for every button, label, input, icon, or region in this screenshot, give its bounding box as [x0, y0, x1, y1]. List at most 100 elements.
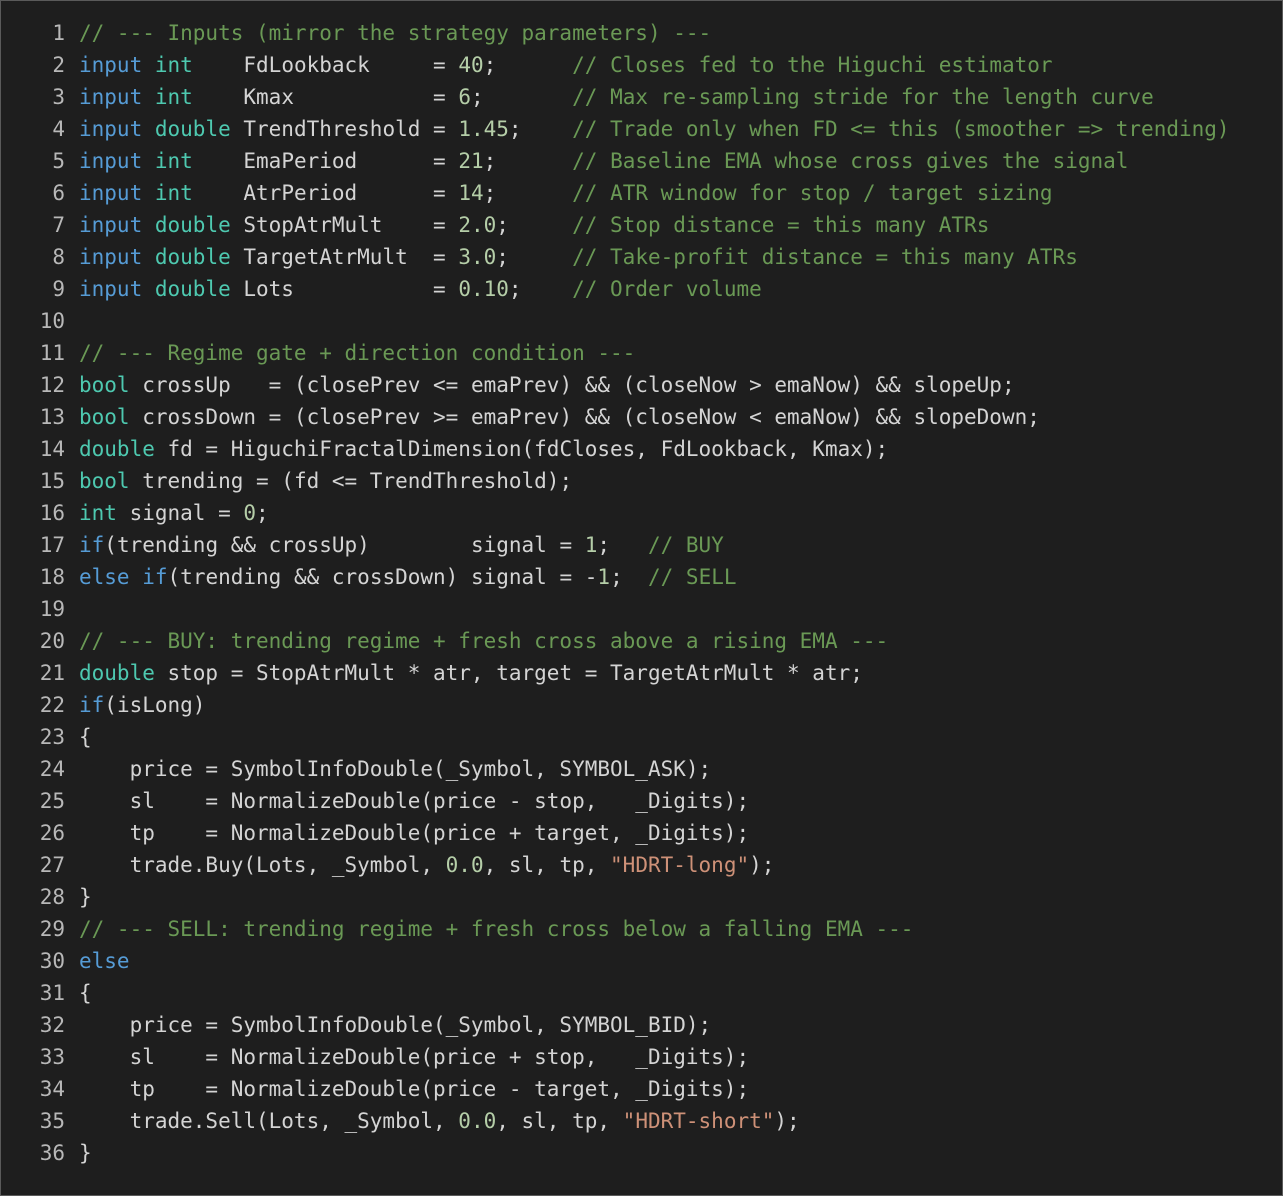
code-line[interactable]: 20 // --- BUY: trending regime + fresh cr…: [1, 625, 1282, 657]
line-code[interactable]: int signal = 0;: [65, 497, 269, 529]
number-token: 0.10: [458, 277, 509, 301]
code-line[interactable]: 1 // --- Inputs (mirror the strategy para…: [1, 17, 1282, 49]
line-number: 16: [39, 501, 65, 525]
code-line[interactable]: 6 input int AtrPeriod = 14; // ATR window…: [1, 177, 1282, 209]
keyword-token: else: [79, 565, 130, 589]
line-code[interactable]: if(trending && crossUp) signal = 1; // B…: [65, 529, 724, 561]
code-line[interactable]: 16 int signal = 0;: [1, 497, 1282, 529]
code-line[interactable]: 25 sl = NormalizeDouble(price - stop, _D…: [1, 785, 1282, 817]
line-number: 2: [52, 53, 65, 77]
code-token: ;: [508, 277, 573, 301]
code-line[interactable]: 19: [1, 593, 1282, 625]
code-line[interactable]: 13 bool crossDown = (closePrev >= emaPrev…: [1, 401, 1282, 433]
line-code[interactable]: trade.Sell(Lots, _Symbol, 0.0, sl, tp, "…: [65, 1105, 800, 1137]
line-code[interactable]: price = SymbolInfoDouble(_Symbol, SYMBOL…: [65, 1009, 712, 1041]
code-line[interactable]: 22 if(isLong): [1, 689, 1282, 721]
line-code[interactable]: if(isLong): [65, 689, 205, 721]
line-number: 15: [39, 469, 65, 493]
line-code[interactable]: price = SymbolInfoDouble(_Symbol, SYMBOL…: [65, 753, 712, 785]
number-token: 1: [584, 533, 598, 557]
code-line[interactable]: 15 bool trending = (fd <= TrendThreshold)…: [1, 465, 1282, 497]
line-code[interactable]: trade.Buy(Lots, _Symbol, 0.0, sl, tp, "H…: [65, 849, 775, 881]
comment-token: // Baseline EMA whose cross gives the si…: [572, 149, 1129, 173]
line-code[interactable]: else: [65, 945, 130, 977]
code-line[interactable]: 27 trade.Buy(Lots, _Symbol, 0.0, sl, tp,…: [1, 849, 1282, 881]
code-line[interactable]: 14 double fd = HiguchiFractalDimension(fd…: [1, 433, 1282, 465]
line-code[interactable]: bool crossDown = (closePrev >= emaPrev) …: [65, 401, 1040, 433]
code-line[interactable]: 8 input double TargetAtrMult = 3.0; // Ta…: [1, 241, 1282, 273]
code-line[interactable]: 3 input int Kmax = 6; // Max re-sampling …: [1, 81, 1282, 113]
code-line[interactable]: 2 input int FdLookback = 40; // Closes fe…: [1, 49, 1282, 81]
line-code[interactable]: tp = NormalizeDouble(price - target, _Di…: [65, 1073, 750, 1105]
line-number: 19: [39, 597, 65, 621]
line-code[interactable]: input double TrendThreshold = 1.45; // T…: [65, 113, 1230, 145]
line-code[interactable]: double stop = StopAtrMult * atr, target …: [65, 657, 863, 689]
code-line[interactable]: 4 input double TrendThreshold = 1.45; // …: [1, 113, 1282, 145]
code-line[interactable]: 28}: [1, 881, 1282, 913]
code-line[interactable]: 32 price = SymbolInfoDouble(_Symbol, SYM…: [1, 1009, 1282, 1041]
line-code[interactable]: {: [65, 977, 92, 1009]
code-line[interactable]: 24 price = SymbolInfoDouble(_Symbol, SYM…: [1, 753, 1282, 785]
line-number: 17: [39, 533, 65, 557]
code-line[interactable]: 30 else: [1, 945, 1282, 977]
line-number: 27: [39, 853, 65, 877]
line-code[interactable]: tp = NormalizeDouble(price + target, _Di…: [65, 817, 750, 849]
type-token: int: [154, 181, 193, 205]
code-line[interactable]: 10: [1, 305, 1282, 337]
code-line[interactable]: 29 // --- SELL: trending regime + fresh c…: [1, 913, 1282, 945]
line-code[interactable]: }: [65, 1137, 92, 1169]
line-code[interactable]: bool crossUp = (closePrev <= emaPrev) &&…: [65, 369, 1015, 401]
line-code[interactable]: // --- Inputs (mirror the strategy param…: [65, 17, 711, 49]
line-code[interactable]: }: [65, 881, 92, 913]
line-number: 30: [39, 949, 65, 973]
line-code[interactable]: input int EmaPeriod = 21; // Baseline EM…: [65, 145, 1128, 177]
line-number: 13: [39, 405, 65, 429]
line-number: 5: [52, 149, 65, 173]
line-code[interactable]: else if(trending && crossDown) signal = …: [65, 561, 737, 593]
line-code[interactable]: double fd = HiguchiFractalDimension(fdCl…: [65, 433, 888, 465]
line-code[interactable]: input int Kmax = 6; // Max re-sampling s…: [65, 81, 1154, 113]
line-code[interactable]: input double StopAtrMult = 2.0; // Stop …: [65, 209, 989, 241]
code-line[interactable]: 5 input int EmaPeriod = 21; // Baseline E…: [1, 145, 1282, 177]
code-token: ;: [256, 501, 269, 525]
line-code[interactable]: // --- Regime gate + direction condition…: [65, 337, 635, 369]
code-line[interactable]: 31 {: [1, 977, 1282, 1009]
code-line[interactable]: 18 else if(trending && crossDown) signal …: [1, 561, 1282, 593]
code-line[interactable]: 33 sl = NormalizeDouble(price + stop, _D…: [1, 1041, 1282, 1073]
number-token: 21: [458, 149, 484, 173]
code-line[interactable]: 17 if(trending && crossUp) signal = 1; //…: [1, 529, 1282, 561]
code-line[interactable]: 36}: [1, 1137, 1282, 1169]
number-token: 0.0: [458, 1109, 497, 1133]
code-line[interactable]: 34 tp = NormalizeDouble(price - target, …: [1, 1073, 1282, 1105]
line-code[interactable]: input int FdLookback = 40; // Closes fed…: [65, 49, 1053, 81]
code-token: fd = HiguchiFractalDimension(fdCloses, F…: [154, 437, 889, 461]
code-token: );: [774, 1109, 800, 1133]
code-line[interactable]: 12 bool crossUp = (closePrev <= emaPrev) …: [1, 369, 1282, 401]
code-editor[interactable]: 1 // --- Inputs (mirror the strategy para…: [0, 0, 1283, 1196]
code-line[interactable]: 23 {: [1, 721, 1282, 753]
line-code[interactable]: input int AtrPeriod = 14; // ATR window …: [65, 177, 1053, 209]
line-code[interactable]: [65, 305, 79, 337]
line-code[interactable]: [65, 593, 79, 625]
code-line[interactable]: 7 input double StopAtrMult = 2.0; // Stop…: [1, 209, 1282, 241]
code-line[interactable]: 11 // --- Regime gate + direction conditi…: [1, 337, 1282, 369]
line-number: 28: [39, 885, 65, 909]
line-code[interactable]: {: [65, 721, 92, 753]
line-code[interactable]: sl = NormalizeDouble(price + stop, _Digi…: [65, 1041, 750, 1073]
line-code[interactable]: input double TargetAtrMult = 3.0; // Tak…: [65, 241, 1078, 273]
code-line[interactable]: 35 trade.Sell(Lots, _Symbol, 0.0, sl, tp…: [1, 1105, 1282, 1137]
code-line[interactable]: 9 input double Lots = 0.10; // Order volu…: [1, 273, 1282, 305]
line-code[interactable]: // --- SELL: trending regime + fresh cro…: [65, 913, 913, 945]
number-token: 40: [458, 53, 484, 77]
keyword-token: if: [79, 533, 105, 557]
code-line[interactable]: 26 tp = NormalizeDouble(price + target, …: [1, 817, 1282, 849]
line-code[interactable]: // --- BUY: trending regime + fresh cros…: [65, 625, 888, 657]
code-line[interactable]: 21 double stop = StopAtrMult * atr, targe…: [1, 657, 1282, 689]
line-code[interactable]: bool trending = (fd <= TrendThreshold);: [65, 465, 572, 497]
number-token: 0: [243, 501, 257, 525]
line-code[interactable]: input double Lots = 0.10; // Order volum…: [65, 273, 762, 305]
code-token: crossUp = (closePrev <= emaPrev) && (clo…: [129, 373, 1015, 397]
line-code[interactable]: sl = NormalizeDouble(price - stop, _Digi…: [65, 785, 750, 817]
